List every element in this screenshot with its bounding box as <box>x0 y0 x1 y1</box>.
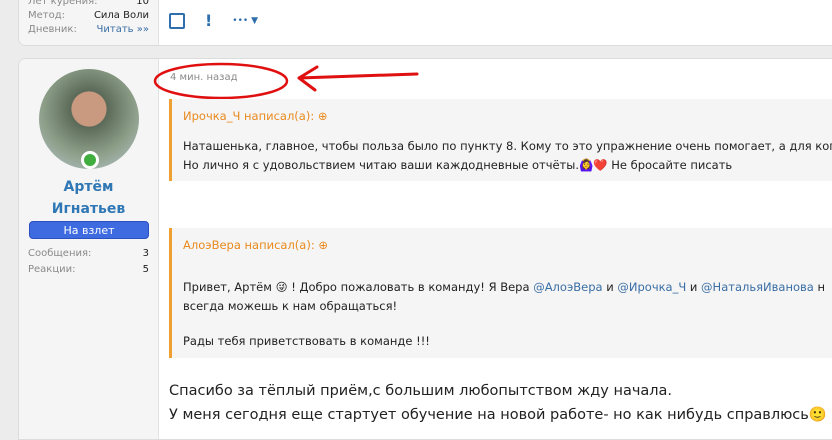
body-line: У меня сегодня еще стартует обучение на … <box>169 407 827 423</box>
quote-author[interactable]: АлоэВера написал(а): ⊕ <box>172 228 832 252</box>
stat-value: 10 <box>136 0 149 7</box>
quote-author[interactable]: Ирочка_Ч написал(а): ⊕ <box>172 99 832 123</box>
quote-line: Привет, Артём 😜 ! Добро пожаловать в ком… <box>183 278 832 297</box>
stat-label: Метод: <box>28 10 66 21</box>
mention-link[interactable]: @НатальяИванова <box>701 280 814 294</box>
text: Привет, Артём <box>183 280 272 294</box>
report-button[interactable]: ! <box>205 11 212 30</box>
post-body: Спасибо за тёплый приём,с большим любопы… <box>169 379 827 427</box>
mention-link[interactable]: @Ирочка_Ч <box>617 280 686 294</box>
stat-row: Реакции: 5 <box>19 263 158 277</box>
quote-block: Ирочка_Ч написал(а): ⊕ Наташенька, главн… <box>169 99 832 181</box>
post: Артём Игнатьев На взлет Сообщения: 3 Реакц… <box>18 58 832 440</box>
author-info: Артём Игнатьев На взлет Сообщения: 3 Реакц… <box>19 59 159 439</box>
more-dots: ••• <box>232 15 249 26</box>
author-name[interactable]: Артём Игнатьев <box>19 176 158 220</box>
text: ! Добро пожаловать в команду! Я Вера <box>291 280 530 294</box>
select-checkbox[interactable] <box>169 12 185 29</box>
stat-label: Реакции: <box>28 264 76 275</box>
stat-value: 3 <box>142 248 149 259</box>
more-options-button[interactable]: ••• ▼ <box>232 16 258 26</box>
name-line: Артём <box>63 179 114 195</box>
quote-line: Наташенька, главное, чтобы польза было п… <box>183 139 832 153</box>
text: н <box>817 280 826 294</box>
quote-line: Рады тебя приветствовать в команде !!! <box>183 334 430 348</box>
quote-text: Наташенька, главное, чтобы польза было п… <box>172 123 832 175</box>
stat-row: Метод: Сила Воли <box>19 9 158 23</box>
user-badge: На взлет <box>29 221 149 239</box>
smiley-icon: 😜 <box>275 280 288 294</box>
body-line: Спасибо за тёплый приём,с большим любопы… <box>169 383 673 399</box>
stat-row: Сообщения: 3 <box>19 245 158 263</box>
arrow-up-circle-icon[interactable]: ⊕ <box>318 238 328 252</box>
quote-author-label: АлоэВера написал(а): <box>183 238 315 252</box>
red-annotation <box>153 62 419 100</box>
diary-link[interactable]: Читать »» <box>97 23 149 37</box>
quote-line: всегда можешь к нам обращаться! <box>183 299 398 313</box>
stat-value: Сила Воли <box>93 10 149 21</box>
stat-row: Дневник: Читать »» <box>19 23 158 37</box>
quote-block: АлоэВера написал(а): ⊕ Привет, Артём 😜 !… <box>169 228 832 358</box>
text: и <box>606 280 614 294</box>
name-line: Игнатьев <box>51 201 126 217</box>
quote-author-label: Ирочка_Ч написал(а): <box>183 109 315 123</box>
stat-label: Лет курения: <box>28 0 98 7</box>
stat-row: Лет курения: 10 <box>19 0 158 9</box>
quote-line: Но лично я с удовольствием читаю ваши ка… <box>183 158 733 172</box>
previous-author-info: Лет курения: 10 Метод: Сила Воли Дневник: Ч… <box>19 0 159 45</box>
stat-label: Дневник: <box>28 24 77 35</box>
stat-label: Сообщения: <box>28 248 92 259</box>
previous-post: Лет курения: 10 Метод: Сила Воли Дневник: Ч… <box>18 0 832 46</box>
chevron-down-icon: ▼ <box>251 15 259 26</box>
online-indicator <box>81 151 99 169</box>
quote-text: Привет, Артём 😜 ! Добро пожаловать в ком… <box>172 252 832 351</box>
arrow-up-circle-icon[interactable]: ⊕ <box>318 109 328 123</box>
stat-value: 5 <box>142 264 149 275</box>
mention-link[interactable]: @АлоэВера <box>533 280 602 294</box>
text: и <box>689 280 698 294</box>
